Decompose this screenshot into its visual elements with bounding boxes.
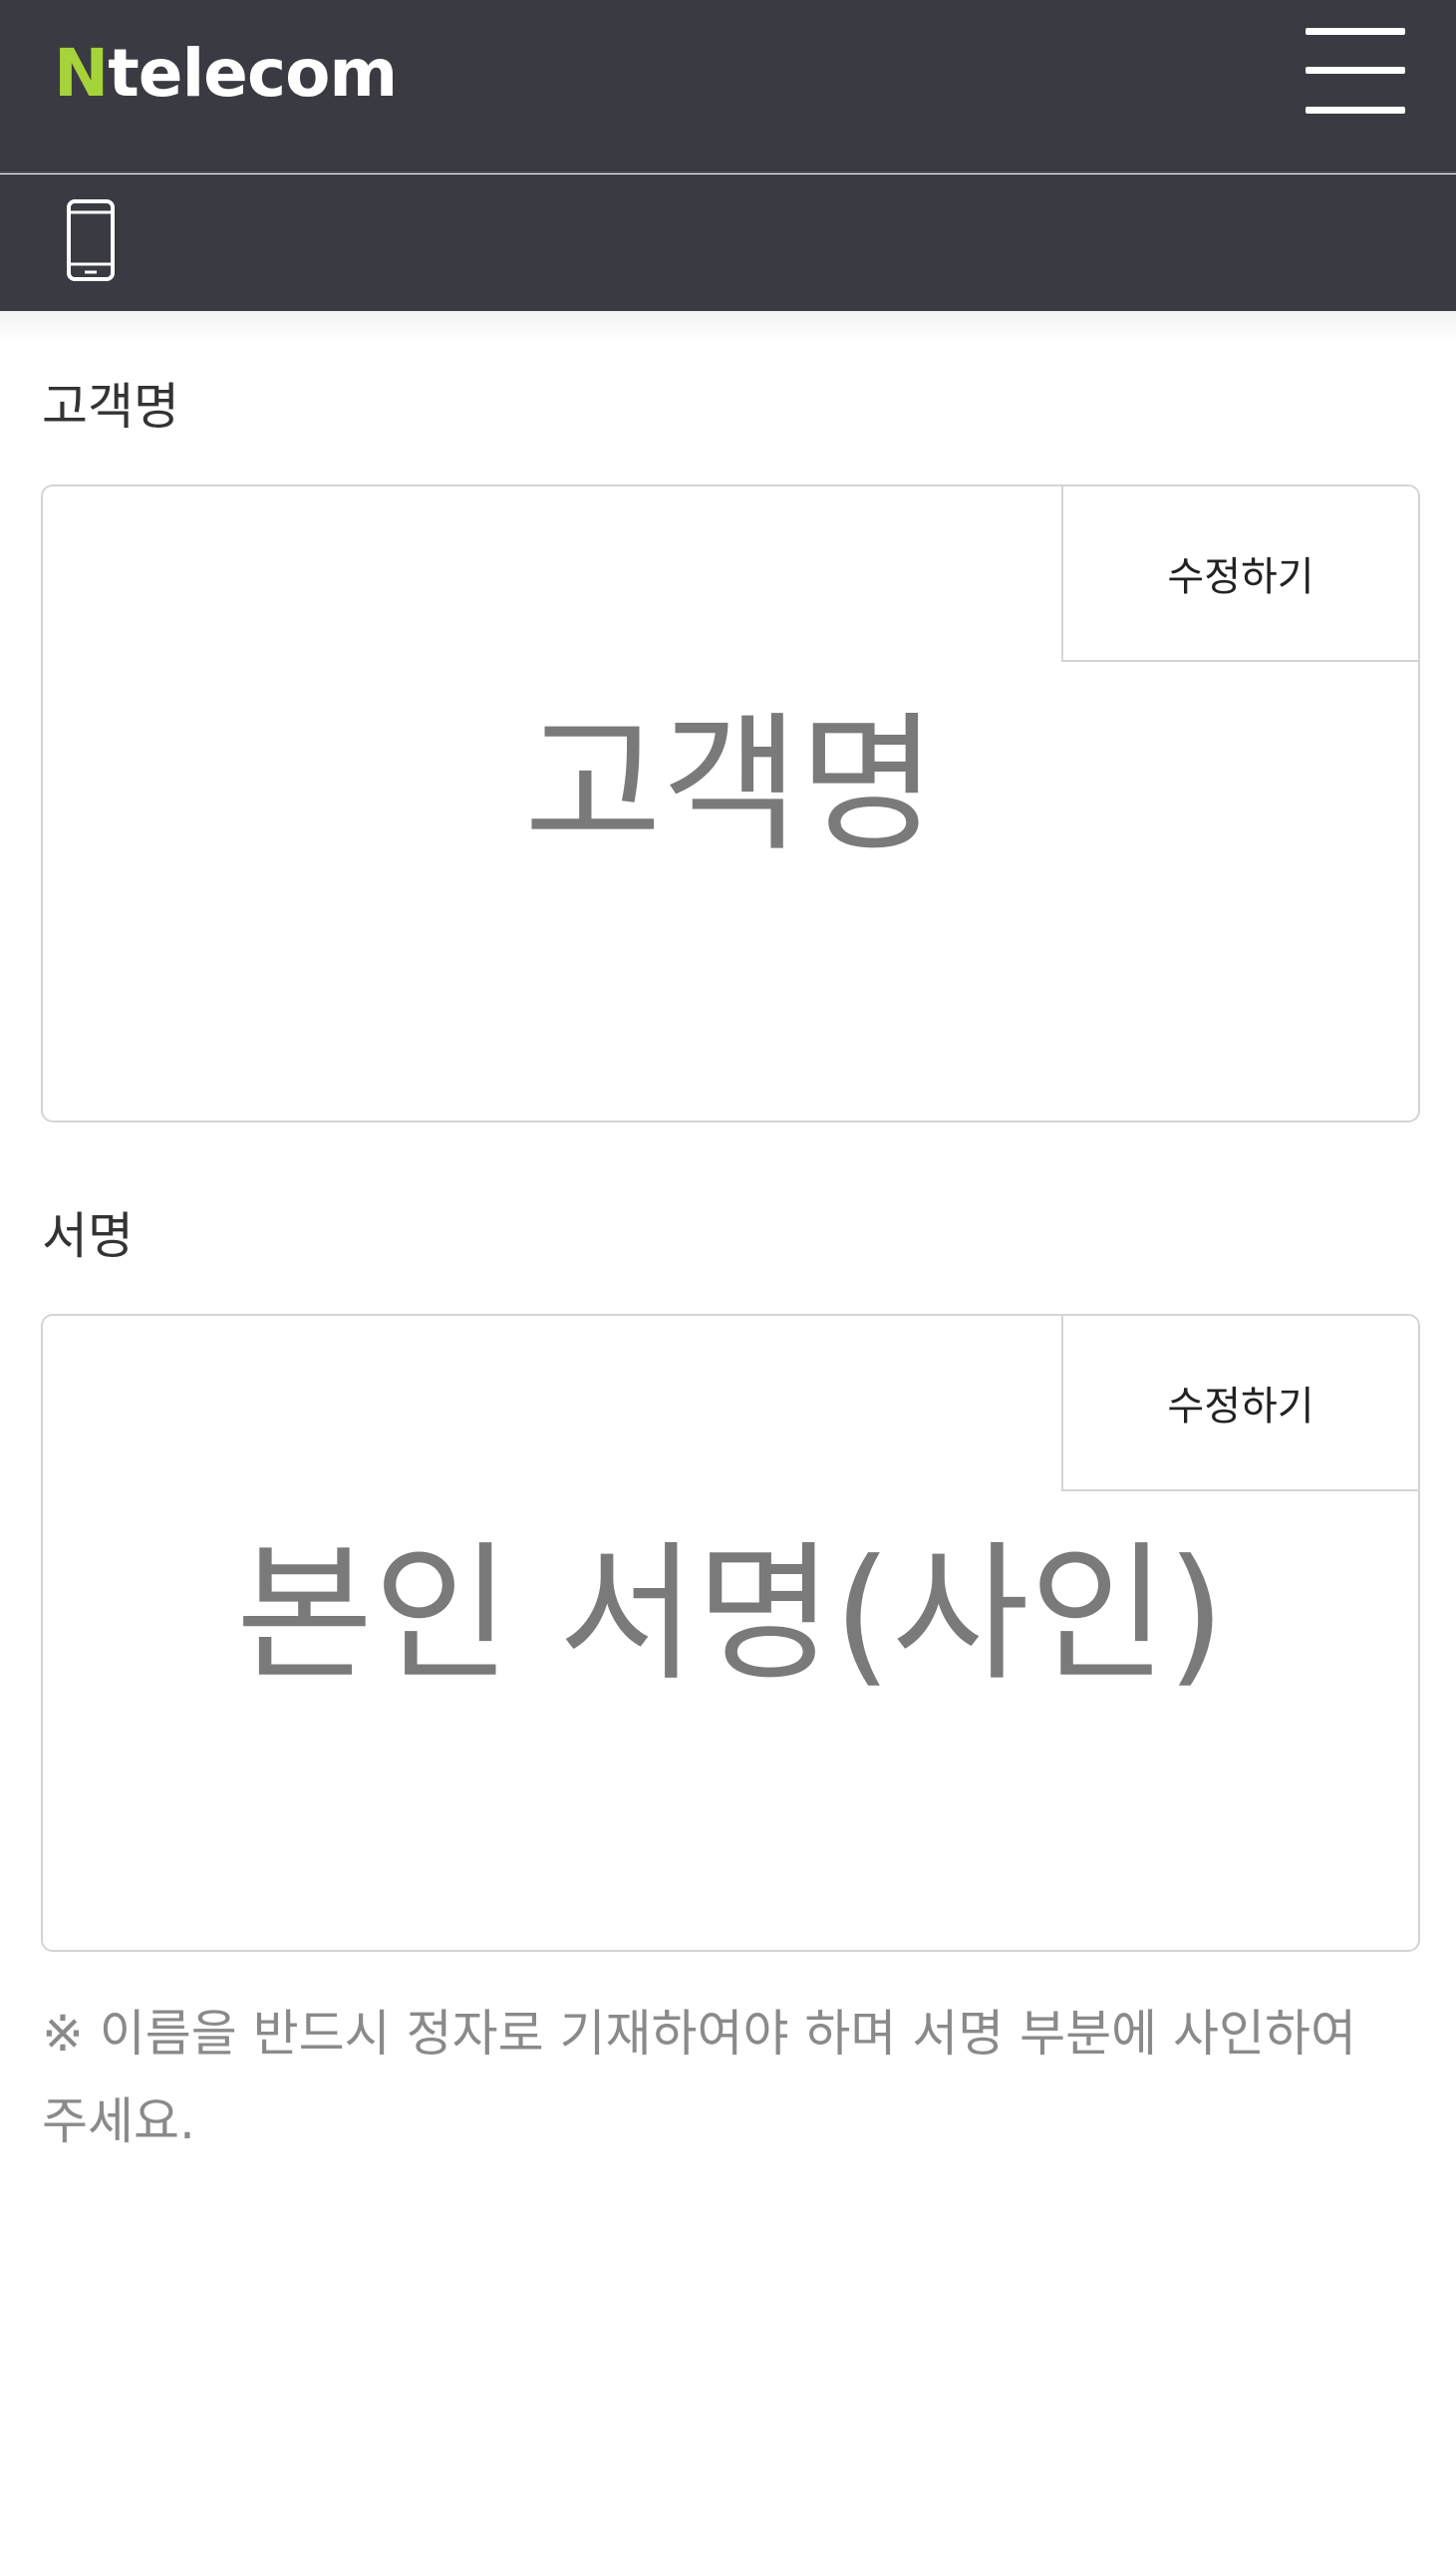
ntelecom-logo[interactable]: Ntelecom bbox=[54, 34, 398, 114]
mobile-phone-icon[interactable] bbox=[66, 198, 116, 282]
signature-edit-button[interactable]: 수정하기 bbox=[1061, 1316, 1418, 1491]
customer-name-box[interactable]: 수정하기 고객명 bbox=[41, 484, 1420, 1122]
signature-placeholder: 본인 서명(사인) bbox=[235, 1528, 1226, 1702]
customer-name-label: 고객명 bbox=[42, 378, 179, 436]
logo-n: N bbox=[54, 35, 109, 112]
app-header: Ntelecom bbox=[0, 0, 1456, 173]
logo-text: telecom bbox=[108, 35, 398, 112]
signature-label: 서명 bbox=[42, 1207, 134, 1265]
header-shadow bbox=[0, 311, 1456, 343]
customer-name-edit-button[interactable]: 수정하기 bbox=[1061, 486, 1418, 662]
signature-box[interactable]: 수정하기 본인 서명(사인) bbox=[41, 1314, 1420, 1952]
customer-name-placeholder: 고객명 bbox=[523, 699, 937, 872]
signature-instruction-note: ※ 이름을 반드시 정자로 기재하여야 하며 서명 부분에 사인하여 주세요. bbox=[42, 2005, 1357, 2150]
device-bar bbox=[0, 174, 1456, 311]
hamburger-menu-icon[interactable] bbox=[1306, 28, 1405, 114]
